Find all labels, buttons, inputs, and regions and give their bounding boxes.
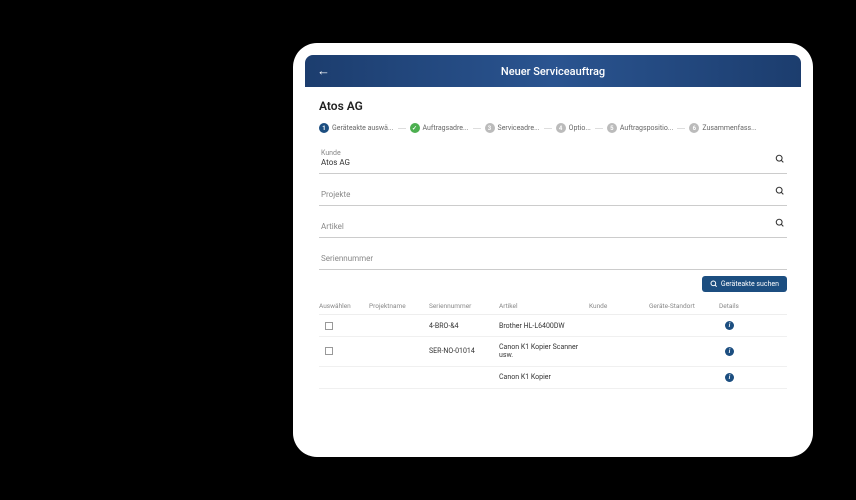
step-label: Auftragspositio... — [620, 124, 673, 132]
table-row: Canon K1 Kopier i — [319, 367, 787, 389]
step-number-icon: 6 — [689, 123, 699, 133]
info-icon[interactable]: i — [725, 321, 734, 330]
artikel-field[interactable]: Artikel — [319, 210, 787, 238]
col-header: Seriennummer — [429, 302, 499, 310]
page-title: Neuer Serviceauftrag — [501, 65, 605, 78]
app-screen: ← Neuer Serviceauftrag Atos AG 1 Gerätea… — [305, 55, 801, 445]
step-3[interactable]: 3 Serviceadre... — [485, 123, 540, 133]
step-6[interactable]: 6 Zusammenfass... — [689, 123, 756, 133]
col-header: Details — [719, 302, 759, 310]
main-content: Atos AG 1 Geräteakte auswä... ✓ Auftrags… — [305, 87, 801, 445]
cell-artikel: Canon K1 Kopier Scanner usw. — [499, 343, 589, 360]
step-number-icon: 4 — [556, 123, 566, 133]
cell-artikel: Canon K1 Kopier — [499, 373, 589, 381]
step-label: Serviceadre... — [498, 124, 540, 132]
step-label: Auftragsadre... — [423, 124, 469, 132]
field-placeholder: Artikel — [321, 222, 344, 231]
col-header: Geräte-Standort — [649, 302, 719, 310]
col-header: Projektname — [369, 302, 429, 310]
row-checkbox[interactable] — [325, 347, 333, 355]
col-header: Artikel — [499, 302, 589, 310]
back-arrow-icon[interactable]: ← — [317, 63, 330, 79]
search-icon[interactable] — [775, 186, 785, 199]
cell-seriennummer: 4-BRO-&4 — [429, 322, 499, 330]
projekte-field[interactable]: Projekte — [319, 178, 787, 206]
step-number-icon: 1 — [319, 123, 329, 133]
row-checkbox[interactable] — [325, 322, 333, 330]
step-connector — [595, 128, 603, 129]
table-row: 4-BRO-&4 Brother HL-L6400DW i — [319, 315, 787, 337]
table-header-row: Auswählen Projektname Seriennummer Artik… — [319, 298, 787, 315]
button-label: Geräteakte suchen — [721, 280, 779, 288]
kunde-field[interactable]: Kunde Atos AG — [319, 143, 787, 174]
cell-seriennummer: SER-NO-01014 — [429, 347, 499, 355]
field-placeholder: Projekte — [321, 190, 350, 199]
search-geraeteakte-button[interactable]: Geräteakte suchen — [702, 276, 787, 292]
info-icon[interactable]: i — [725, 373, 734, 382]
step-connector — [544, 128, 552, 129]
step-number-icon: 3 — [485, 123, 495, 133]
step-1[interactable]: 1 Geräteakte auswä... — [319, 123, 394, 133]
app-header: ← Neuer Serviceauftrag — [305, 55, 801, 87]
search-icon[interactable] — [775, 218, 785, 231]
search-button-row: Geräteakte suchen — [319, 276, 787, 292]
wizard-stepper: 1 Geräteakte auswä... ✓ Auftragsadre... … — [319, 123, 787, 133]
step-connector — [398, 128, 406, 129]
step-4[interactable]: 4 Optio... — [556, 123, 591, 133]
table-row: SER-NO-01014 Canon K1 Kopier Scanner usw… — [319, 337, 787, 367]
step-connector — [677, 128, 685, 129]
tablet-device-frame: ← Neuer Serviceauftrag Atos AG 1 Gerätea… — [293, 43, 813, 457]
company-heading: Atos AG — [319, 99, 787, 113]
step-check-icon: ✓ — [410, 123, 420, 133]
field-value: Atos AG — [321, 158, 350, 167]
step-number-icon: 5 — [607, 123, 617, 133]
step-label: Zusammenfass... — [702, 124, 756, 132]
field-placeholder: Seriennummer — [321, 254, 373, 263]
step-connector — [473, 128, 481, 129]
col-header: Auswählen — [319, 302, 369, 310]
col-header: Kunde — [589, 302, 649, 310]
step-label: Optio... — [569, 124, 591, 132]
step-5[interactable]: 5 Auftragspositio... — [607, 123, 673, 133]
cell-artikel: Brother HL-L6400DW — [499, 322, 589, 330]
step-label: Geräteakte auswä... — [332, 124, 394, 132]
seriennummer-field[interactable]: Seriennummer — [319, 242, 787, 270]
field-label: Kunde — [321, 149, 350, 157]
search-icon[interactable] — [775, 154, 785, 167]
info-icon[interactable]: i — [725, 347, 734, 356]
step-2[interactable]: ✓ Auftragsadre... — [410, 123, 469, 133]
